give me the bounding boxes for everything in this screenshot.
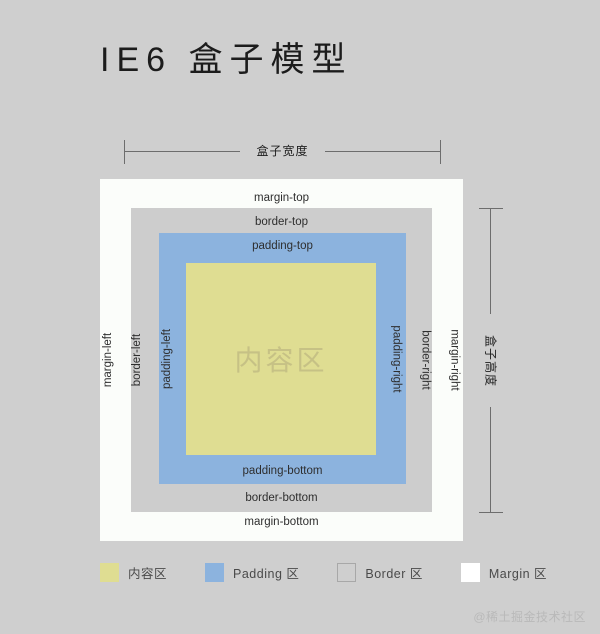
dimension-line-bottom (490, 407, 491, 512)
legend-item-content: 内容区 (100, 563, 167, 582)
color-swatch-icon (205, 563, 225, 582)
dimension-line-right (325, 151, 440, 152)
dimension-cap-left (124, 140, 125, 164)
dimension-line-top (490, 209, 491, 314)
box-width-label: 盒子宽度 (256, 144, 309, 158)
box-width-dimension: 盒子宽度 (124, 140, 441, 164)
page-title: IE6 盒子模型 (100, 41, 353, 79)
padding-right-label: padding-right (390, 324, 403, 393)
legend-item-margin: Margin 区 (460, 563, 548, 582)
dimension-cap-top (479, 208, 503, 209)
color-swatch-icon (337, 563, 357, 582)
dimension-cap-bottom (479, 512, 503, 513)
legend-label: Margin 区 (488, 567, 548, 581)
border-left-label: border-left (131, 333, 144, 387)
legend: 内容区 Padding 区 Border 区 Margin 区 (100, 563, 547, 582)
legend-item-border: Border 区 (337, 563, 423, 582)
border-top-label: border-top (254, 216, 309, 228)
margin-left-label: margin-left (102, 332, 115, 388)
dimension-cap-right (440, 140, 441, 164)
padding-layer: padding-top padding-bottom padding-left … (159, 233, 406, 484)
diagram-canvas: IE6 盒子模型 盒子宽度 盒子高度 margin-top margin-bot… (0, 0, 600, 634)
margin-layer: margin-top margin-bottom margin-left mar… (100, 179, 463, 541)
legend-item-padding: Padding 区 (205, 563, 299, 582)
dimension-line-left (125, 151, 240, 152)
padding-bottom-label: padding-bottom (242, 465, 323, 477)
box-height-dimension: 盒子高度 (479, 208, 503, 513)
box-height-label: 盒子高度 (483, 334, 498, 387)
content-area-label: 内容区 (234, 345, 328, 376)
margin-bottom-label: margin-bottom (244, 516, 319, 528)
legend-label: 内容区 (128, 567, 168, 581)
padding-left-label: padding-left (161, 328, 174, 389)
color-swatch-icon (100, 563, 119, 582)
border-right-label: border-right (419, 330, 432, 390)
margin-right-label: margin-right (448, 329, 461, 391)
watermark: @稀土掘金技术社区 (473, 610, 586, 624)
border-layer: border-top border-bottom border-left bor… (131, 208, 432, 512)
legend-label: Padding 区 (233, 567, 300, 581)
legend-label: Border 区 (365, 567, 423, 581)
padding-top-label: padding-top (252, 240, 313, 252)
content-layer: 内容区 (186, 263, 376, 455)
border-bottom-label: border-bottom (245, 492, 318, 504)
color-swatch-icon (460, 563, 480, 582)
margin-top-label: margin-top (254, 192, 309, 204)
